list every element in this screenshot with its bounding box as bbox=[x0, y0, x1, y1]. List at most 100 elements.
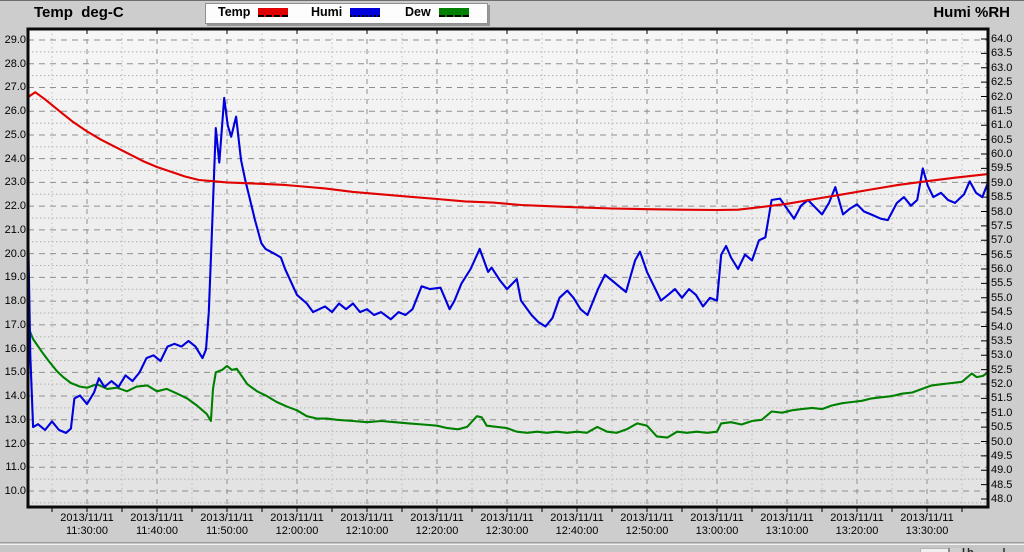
x-tick-date: 2013/11/11 bbox=[607, 512, 687, 525]
right-tick-label: 60.0 bbox=[991, 148, 1023, 160]
x-tick-date: 2013/11/11 bbox=[677, 512, 757, 525]
x-tick-time: 13:00:00 bbox=[677, 525, 757, 538]
right-tick-label: 62.0 bbox=[991, 91, 1023, 103]
x-tick-date: 2013/11/11 bbox=[537, 512, 617, 525]
x-tick-date: 2013/11/11 bbox=[467, 512, 547, 525]
right-tick-label: 63.0 bbox=[991, 62, 1023, 74]
x-tick-date: 2013/11/11 bbox=[187, 512, 267, 525]
clipped-text-fragment: lb bbox=[962, 547, 976, 552]
clipped-toolbar-fragment bbox=[1003, 548, 1005, 552]
right-tick-label: 59.5 bbox=[991, 162, 1023, 174]
right-tick-label: 62.5 bbox=[991, 76, 1023, 88]
x-tick-label: 2013/11/1112:00:00 bbox=[257, 512, 337, 538]
right-tick-label: 56.5 bbox=[991, 249, 1023, 261]
right-tick-label: 53.0 bbox=[991, 349, 1023, 361]
right-tick-label: 58.0 bbox=[991, 206, 1023, 218]
left-tick-label: 17.0 bbox=[0, 319, 26, 331]
x-tick-date: 2013/11/11 bbox=[117, 512, 197, 525]
x-tick-time: 11:30:00 bbox=[47, 525, 127, 538]
x-tick-time: 12:50:00 bbox=[607, 525, 687, 538]
x-tick-date: 2013/11/11 bbox=[817, 512, 897, 525]
left-tick-label: 23.0 bbox=[0, 176, 26, 188]
x-tick-time: 11:50:00 bbox=[187, 525, 267, 538]
x-tick-label: 2013/11/1111:50:00 bbox=[187, 512, 267, 538]
x-tick-time: 12:40:00 bbox=[537, 525, 617, 538]
x-tick-label: 2013/11/1113:20:00 bbox=[817, 512, 897, 538]
left-tick-label: 27.0 bbox=[0, 81, 26, 93]
right-tick-label: 57.5 bbox=[991, 220, 1023, 232]
x-tick-date: 2013/11/11 bbox=[397, 512, 477, 525]
left-tick-label: 19.0 bbox=[0, 271, 26, 283]
left-tick-label: 14.0 bbox=[0, 390, 26, 402]
x-tick-date: 2013/11/11 bbox=[887, 512, 967, 525]
left-tick-label: 24.0 bbox=[0, 153, 26, 165]
x-tick-label: 2013/11/1112:20:00 bbox=[397, 512, 477, 538]
left-tick-label: 15.0 bbox=[0, 366, 26, 378]
right-tick-label: 50.5 bbox=[991, 421, 1023, 433]
plot-area[interactable] bbox=[0, 1, 1024, 552]
left-tick-label: 28.0 bbox=[0, 58, 26, 70]
x-tick-time: 12:30:00 bbox=[467, 525, 547, 538]
x-tick-time: 13:20:00 bbox=[817, 525, 897, 538]
divider-highlight bbox=[0, 544, 1024, 545]
left-tick-label: 12.0 bbox=[0, 438, 26, 450]
left-tick-label: 18.0 bbox=[0, 295, 26, 307]
x-tick-date: 2013/11/11 bbox=[747, 512, 827, 525]
left-tick-label: 20.0 bbox=[0, 248, 26, 260]
right-tick-label: 54.5 bbox=[991, 306, 1023, 318]
x-tick-time: 12:00:00 bbox=[257, 525, 337, 538]
left-tick-label: 25.0 bbox=[0, 129, 26, 141]
left-tick-label: 10.0 bbox=[0, 485, 26, 497]
left-tick-label: 13.0 bbox=[0, 414, 26, 426]
right-tick-label: 52.5 bbox=[991, 364, 1023, 376]
left-tick-label: 16.0 bbox=[0, 343, 26, 355]
right-tick-label: 49.0 bbox=[991, 464, 1023, 476]
right-tick-label: 56.0 bbox=[991, 263, 1023, 275]
x-tick-label: 2013/11/1112:10:00 bbox=[327, 512, 407, 538]
x-tick-date: 2013/11/11 bbox=[327, 512, 407, 525]
right-tick-label: 49.5 bbox=[991, 450, 1023, 462]
x-tick-label: 2013/11/1111:40:00 bbox=[117, 512, 197, 538]
x-tick-time: 12:20:00 bbox=[397, 525, 477, 538]
right-tick-label: 59.0 bbox=[991, 177, 1023, 189]
right-tick-label: 51.0 bbox=[991, 407, 1023, 419]
x-tick-time: 13:30:00 bbox=[887, 525, 967, 538]
left-tick-label: 11.0 bbox=[0, 461, 26, 473]
x-tick-time: 11:40:00 bbox=[117, 525, 197, 538]
right-tick-label: 64.0 bbox=[991, 33, 1023, 45]
x-tick-label: 2013/11/1113:30:00 bbox=[887, 512, 967, 538]
x-tick-label: 2013/11/1112:40:00 bbox=[537, 512, 617, 538]
left-tick-label: 29.0 bbox=[0, 34, 26, 46]
plot-background bbox=[28, 29, 988, 507]
right-tick-label: 55.0 bbox=[991, 292, 1023, 304]
right-tick-label: 55.5 bbox=[991, 277, 1023, 289]
x-tick-date: 2013/11/11 bbox=[47, 512, 127, 525]
left-tick-label: 26.0 bbox=[0, 105, 26, 117]
right-tick-label: 63.5 bbox=[991, 47, 1023, 59]
right-tick-label: 51.5 bbox=[991, 392, 1023, 404]
right-tick-label: 52.0 bbox=[991, 378, 1023, 390]
right-tick-label: 58.5 bbox=[991, 191, 1023, 203]
right-tick-label: 54.0 bbox=[991, 321, 1023, 333]
left-tick-label: 22.0 bbox=[0, 200, 26, 212]
bottom-divider-strip: lb bbox=[0, 542, 1024, 552]
right-tick-label: 50.0 bbox=[991, 436, 1023, 448]
logger-graph-window: Temp deg-C TempHumiDew Humi %RH 29.028.0… bbox=[0, 0, 1024, 552]
x-tick-label: 2013/11/1112:50:00 bbox=[607, 512, 687, 538]
x-tick-date: 2013/11/11 bbox=[257, 512, 337, 525]
x-tick-label: 2013/11/1112:30:00 bbox=[467, 512, 547, 538]
x-tick-time: 12:10:00 bbox=[327, 525, 407, 538]
right-tick-label: 61.0 bbox=[991, 119, 1023, 131]
x-tick-time: 13:10:00 bbox=[747, 525, 827, 538]
left-tick-label: 21.0 bbox=[0, 224, 26, 236]
right-tick-label: 48.0 bbox=[991, 493, 1023, 505]
right-tick-label: 60.5 bbox=[991, 134, 1023, 146]
right-tick-label: 53.5 bbox=[991, 335, 1023, 347]
clipped-toolbar-fragment bbox=[920, 548, 949, 552]
clipped-toolbar-fragment bbox=[948, 548, 961, 552]
x-tick-label: 2013/11/1111:30:00 bbox=[47, 512, 127, 538]
right-tick-label: 57.0 bbox=[991, 234, 1023, 246]
right-tick-label: 61.5 bbox=[991, 105, 1023, 117]
x-tick-label: 2013/11/1113:10:00 bbox=[747, 512, 827, 538]
right-tick-label: 48.5 bbox=[991, 479, 1023, 491]
